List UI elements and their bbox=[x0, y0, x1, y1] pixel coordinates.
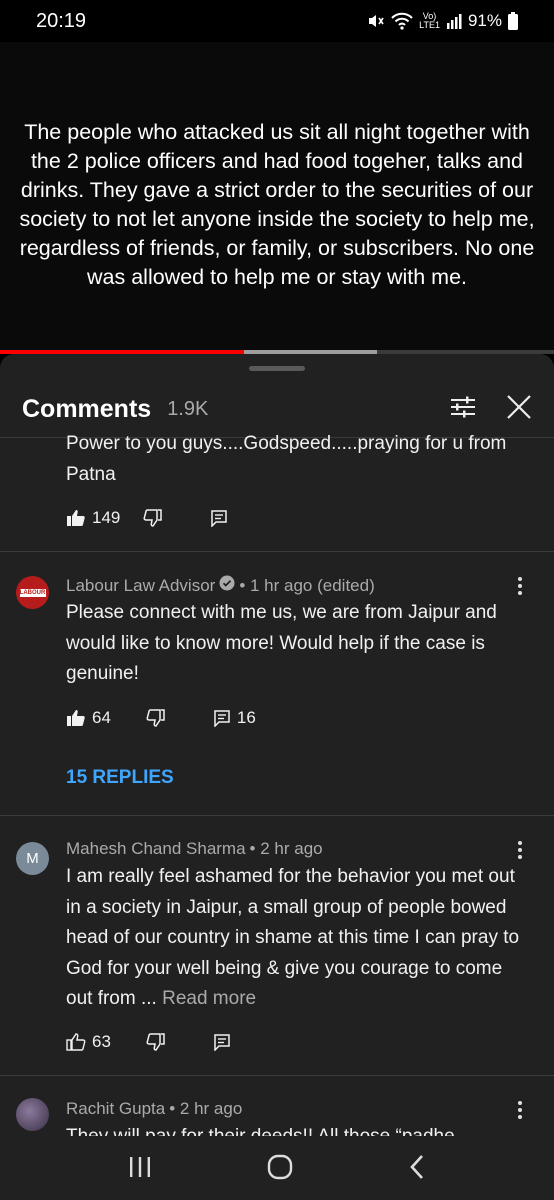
like-button[interactable]: 64 bbox=[66, 708, 111, 728]
comments-count: 1.9K bbox=[167, 398, 209, 420]
dislike-button[interactable] bbox=[145, 709, 165, 727]
comment-meta: Mahesh Chand Sharma • 2 hr ago bbox=[66, 839, 323, 859]
comments-panel: Comments 1.9K Power to you guys....Godsp… bbox=[0, 354, 554, 1200]
verified-icon bbox=[219, 575, 235, 596]
reply-button[interactable] bbox=[210, 509, 234, 527]
avatar-logo-text: LABOUR bbox=[19, 588, 46, 597]
comment-text-content: I am really feel ashamed for the behavio… bbox=[66, 866, 520, 1009]
battery-icon bbox=[508, 12, 518, 30]
wifi-icon bbox=[391, 12, 413, 30]
video-player[interactable]: The people who attacked us sit all night… bbox=[0, 42, 554, 352]
dislike-button[interactable] bbox=[142, 509, 163, 527]
comment-meta: Labour Law Advisor • 1 hr ago (edited) bbox=[66, 575, 375, 596]
comment-icon bbox=[210, 509, 228, 527]
comment-actions: 63 bbox=[66, 1032, 237, 1052]
comment-text: They will pay for their deeds!! All thos… bbox=[66, 1122, 526, 1136]
mute-icon bbox=[367, 12, 385, 30]
comment-item: M Mahesh Chand Sharma • 2 hr ago I am re… bbox=[0, 816, 554, 1076]
like-button[interactable]: 149 bbox=[66, 508, 120, 528]
status-icons: Vo) LTE1 91% bbox=[367, 11, 518, 31]
more-options-icon[interactable] bbox=[510, 1098, 530, 1122]
more-options-icon[interactable] bbox=[510, 838, 530, 862]
thumbs-up-icon bbox=[66, 509, 86, 527]
comment-meta: Rachit Gupta • 2 hr ago bbox=[66, 1099, 242, 1119]
avatar[interactable] bbox=[16, 1098, 49, 1131]
like-count: 64 bbox=[92, 708, 111, 727]
comment-icon bbox=[213, 1033, 231, 1051]
reply-button[interactable] bbox=[213, 1033, 237, 1051]
comment-time: • 1 hr ago (edited) bbox=[239, 575, 375, 595]
drag-handle[interactable] bbox=[249, 366, 305, 371]
thumbs-down-icon bbox=[145, 709, 165, 727]
comment-author[interactable]: Mahesh Chand Sharma bbox=[66, 839, 246, 859]
like-button[interactable]: 63 bbox=[66, 1032, 111, 1052]
volte-bottom: LTE1 bbox=[419, 20, 440, 30]
comment-time: • 2 hr ago bbox=[169, 1099, 243, 1118]
comment-author[interactable]: Labour Law Advisor bbox=[66, 576, 215, 596]
like-count: 63 bbox=[92, 1032, 111, 1051]
thumbs-down-icon bbox=[145, 1033, 165, 1051]
read-more-link[interactable]: Read more bbox=[162, 988, 256, 1009]
back-icon[interactable] bbox=[407, 1154, 427, 1185]
comment-actions: 149 bbox=[66, 508, 234, 528]
filter-icon[interactable] bbox=[450, 395, 476, 424]
comment-time: • 2 hr ago bbox=[249, 839, 323, 858]
home-icon[interactable] bbox=[266, 1153, 294, 1186]
comment-text: Please connect with me us, we are from J… bbox=[66, 602, 497, 684]
like-count: 149 bbox=[92, 508, 121, 527]
comment-actions: 64 16 bbox=[66, 708, 256, 728]
comment-item: Power to you guys....Godspeed.....prayin… bbox=[0, 433, 554, 552]
thumbs-up-icon bbox=[66, 709, 86, 727]
thumbs-up-outline-icon bbox=[66, 1033, 86, 1051]
battery-level: 91% bbox=[467, 11, 502, 30]
volte-indicator: Vo) LTE1 bbox=[419, 12, 440, 30]
comments-list: Power to you guys....Godspeed.....prayin… bbox=[0, 433, 554, 1196]
status-bar: 20:19 Vo) LTE1 91% bbox=[0, 0, 554, 42]
comment-text: Power to you guys....Godspeed.....prayin… bbox=[66, 433, 507, 485]
comment-author[interactable]: Rachit Gupta bbox=[66, 1099, 165, 1119]
status-time: 20:19 bbox=[36, 9, 87, 32]
avatar[interactable]: M bbox=[16, 842, 49, 875]
signal-icon bbox=[446, 13, 462, 29]
comment-icon bbox=[213, 709, 231, 727]
dislike-button[interactable] bbox=[145, 1033, 165, 1051]
system-nav-bar bbox=[0, 1138, 554, 1200]
more-options-icon[interactable] bbox=[510, 574, 530, 598]
thumbs-down-icon bbox=[142, 509, 163, 527]
comment-item: LABOUR Labour Law Advisor • 1 hr ago (ed… bbox=[0, 552, 554, 816]
comments-title: Comments bbox=[22, 395, 152, 423]
comment-text: I am really feel ashamed for the behavio… bbox=[66, 862, 526, 1015]
recent-apps-icon[interactable] bbox=[127, 1155, 153, 1184]
view-replies-link[interactable]: 15 REPLIES bbox=[66, 767, 174, 789]
avatar[interactable]: LABOUR bbox=[16, 576, 49, 609]
video-caption: The people who attacked us sit all night… bbox=[19, 120, 535, 289]
close-icon[interactable] bbox=[506, 394, 532, 425]
reply-button[interactable]: 16 bbox=[213, 708, 256, 728]
reply-count: 16 bbox=[236, 708, 256, 727]
